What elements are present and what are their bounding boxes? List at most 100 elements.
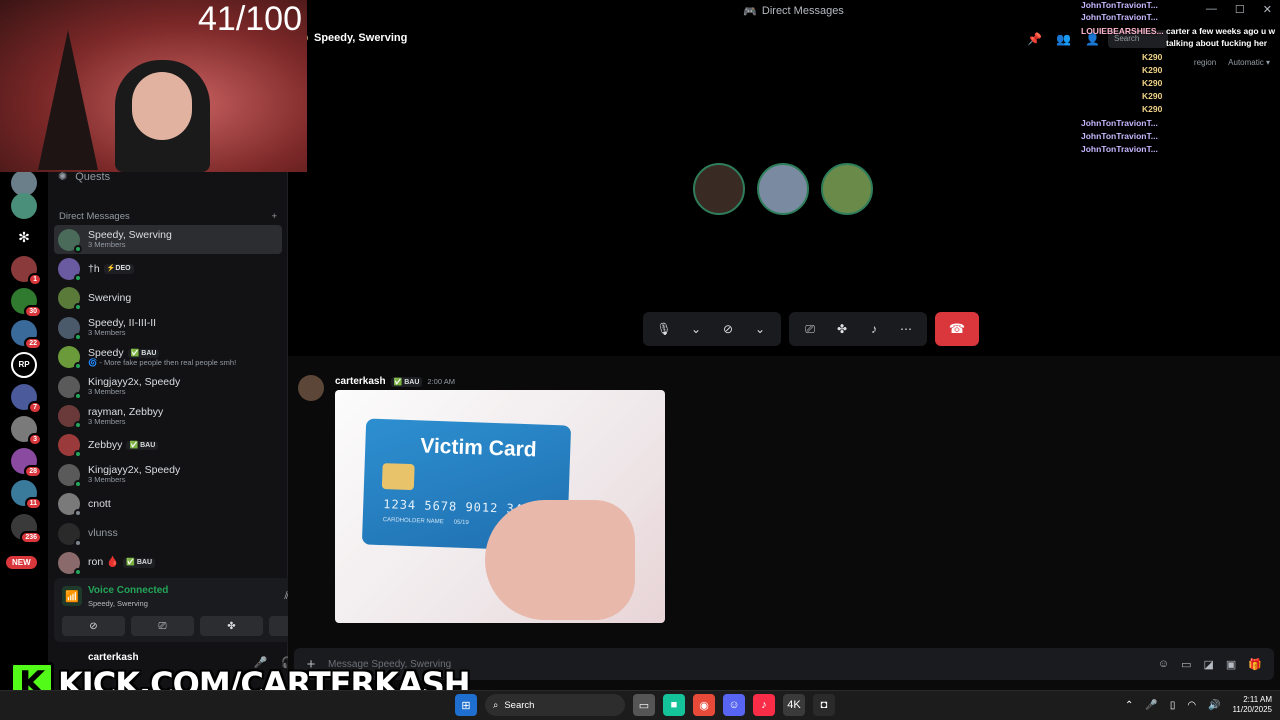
battery-icon[interactable]: ▯ — [1170, 700, 1176, 711]
dm-text: †h ⚡DEO — [88, 263, 134, 275]
signal-icon[interactable]: 📶 — [62, 586, 82, 606]
card-title: Victim Card — [419, 434, 537, 462]
avatar[interactable] — [298, 375, 324, 401]
create-dm-button[interactable]: + — [271, 211, 277, 222]
participant-avatar[interactable] — [693, 163, 745, 215]
dm-item[interactable]: cnott — [54, 490, 282, 519]
start-icon[interactable]: ⊞ — [455, 694, 477, 716]
voice-channel[interactable]: Speedy, Swerving — [88, 599, 148, 608]
dm-text: Speedy ✅ BAU 🌀 - More fake people then rea… — [88, 347, 236, 367]
volume-icon[interactable]: 🔊 — [1208, 700, 1220, 711]
discord-icon[interactable]: ☺ — [723, 694, 745, 716]
screen-share-icon[interactable]: ⎚ — [795, 322, 825, 337]
activities-button[interactable]: ✤ — [200, 616, 263, 636]
dm-item[interactable]: Kingjayy2x, Speedy 3 Members — [54, 460, 282, 489]
taskbar-search[interactable]: ⌕ Search — [485, 694, 625, 716]
chevron-up-icon[interactable]: ⌃ — [1125, 700, 1133, 711]
add-friends-icon[interactable]: 👥 — [1056, 32, 1071, 46]
microphone-icon[interactable]: 🎤 — [1145, 700, 1157, 711]
chat-username: JohnTonTravionT... — [1081, 12, 1158, 22]
screen-share-button[interactable]: ⎚ — [131, 616, 194, 636]
hangup-button[interactable]: ☎ — [935, 312, 979, 346]
music-icon[interactable]: ♪ — [753, 694, 775, 716]
chevron-down-icon[interactable]: ⌄ — [745, 322, 775, 336]
camera-off-icon[interactable]: ⊘ — [713, 322, 743, 336]
maximize-button[interactable]: ☐ — [1235, 3, 1245, 16]
dm-item[interactable]: ron 🩸 ✅ BAU — [54, 548, 282, 577]
server-icon[interactable]: ✻ — [11, 224, 37, 250]
participant-avatar[interactable] — [757, 163, 809, 215]
more-icon[interactable]: ⋯ — [891, 322, 921, 336]
dm-item[interactable]: Kingjayy2x, Speedy 3 Members — [54, 372, 282, 401]
server-icon-rp[interactable]: RP — [11, 352, 37, 378]
dm-item[interactable]: Zebbyy ✅ BAU — [54, 431, 282, 460]
image-attachment[interactable]: Victim Card 1234 5678 9012 3456 CARDHOLD… — [335, 390, 665, 623]
close-button[interactable]: ✕ — [1263, 3, 1272, 16]
dm-name: Swerving — [88, 291, 132, 304]
dm-item[interactable]: †h ⚡DEO — [54, 254, 282, 283]
voice-status[interactable]: Voice Connected — [88, 585, 168, 596]
task-view-icon[interactable]: ▭ — [633, 694, 655, 716]
unread-badge: 30 — [24, 305, 42, 318]
dm-item[interactable]: Swerving — [54, 284, 282, 313]
server-icon[interactable]: 22 — [11, 320, 42, 350]
dm-text: rayman, Zebbyy 3 Members — [88, 406, 163, 426]
gif-icon[interactable]: ▭ — [1181, 658, 1191, 671]
emoji-icon[interactable]: ☺ — [1158, 658, 1169, 671]
dm-item[interactable]: Speedy, II-III-II 3 Members — [54, 313, 282, 342]
tree-decoration — [38, 30, 98, 170]
avatar — [58, 346, 82, 371]
av-controls: 🎙 ⌄ ⊘ ⌄ — [643, 312, 781, 346]
dm-item[interactable]: Speedy, Swerving 3 Members — [54, 225, 282, 255]
region-select[interactable]: Automatic ▾ — [1228, 58, 1270, 67]
chat-username: K290 — [1142, 104, 1163, 114]
chrome-icon[interactable]: ◉ — [693, 694, 715, 716]
webcam-overlay: 41/100 — [0, 0, 307, 172]
card-holder: CARDHOLDER NAME — [382, 517, 444, 526]
dm-item[interactable]: vlunss — [54, 519, 282, 548]
status-indicator — [74, 332, 82, 341]
dm-text: ron 🩸 ✅ BAU — [88, 557, 155, 568]
server-icon[interactable]: 7 — [11, 384, 42, 414]
sticker-icon[interactable]: ◪ — [1203, 658, 1213, 671]
card-holder-row: CARDHOLDER NAME 05/19 — [383, 517, 469, 526]
server-icon[interactable]: 1 — [11, 256, 42, 286]
new-badge[interactable]: NEW — [6, 556, 37, 569]
dm-subtext: 3 Members — [88, 387, 126, 397]
minimize-button[interactable]: — — [1206, 3, 1217, 16]
camera-off-button[interactable]: ⊘ — [62, 616, 125, 636]
region-value: Automatic — [1228, 58, 1264, 67]
server-icon[interactable]: 3 — [11, 416, 42, 446]
server-icon[interactable]: 236 — [11, 514, 42, 544]
dm-item[interactable]: rayman, Zebbyy 3 Members — [54, 401, 282, 430]
unread-badge: 22 — [24, 337, 42, 350]
dm-item[interactable]: Speedy ✅ BAU 🌀 - More fake people then rea… — [54, 343, 282, 372]
clock-time: 2:11 AM — [1243, 695, 1272, 704]
participant-avatar[interactable] — [821, 163, 873, 215]
wifi-icon[interactable]: ◠ — [1187, 700, 1196, 711]
participants — [693, 163, 873, 215]
4k-icon[interactable]: 4K — [783, 694, 805, 716]
dm-name: ron 🩸 — [88, 556, 120, 569]
server-icon[interactable]: 30 — [11, 288, 42, 318]
dm-subtext: 3 Members — [88, 328, 126, 338]
server-icon[interactable]: 28 — [11, 448, 42, 478]
image-icon[interactable]: ▣ — [1226, 658, 1236, 671]
app-icon[interactable]: ◘ — [813, 694, 835, 716]
soundboard-icon[interactable]: ♪ — [859, 322, 889, 336]
microphone-icon[interactable]: 🎙 — [649, 322, 679, 336]
user-tag: ✅ BAU — [123, 558, 155, 568]
chat-message: carter a few weeks ago u w — [1166, 26, 1276, 36]
app-icon[interactable]: ■ — [663, 694, 685, 716]
user-tag: ✅ BAU — [390, 376, 423, 387]
pin-icon[interactable]: 📌 — [1027, 32, 1042, 46]
chevron-down-icon[interactable]: ⌄ — [681, 322, 711, 336]
dm-text: Speedy, Swerving 3 Members — [88, 230, 172, 249]
clock[interactable]: 2:11 AM 11/20/2025 — [1233, 695, 1272, 715]
gift-icon[interactable]: 🎁 — [1248, 658, 1262, 671]
dm-name: Zebbyy — [88, 438, 123, 451]
activities-icon[interactable]: ✤ — [827, 322, 857, 336]
message-author[interactable]: carterkash — [335, 376, 386, 387]
server-icon[interactable] — [11, 193, 37, 219]
server-icon[interactable]: 11 — [11, 480, 42, 510]
